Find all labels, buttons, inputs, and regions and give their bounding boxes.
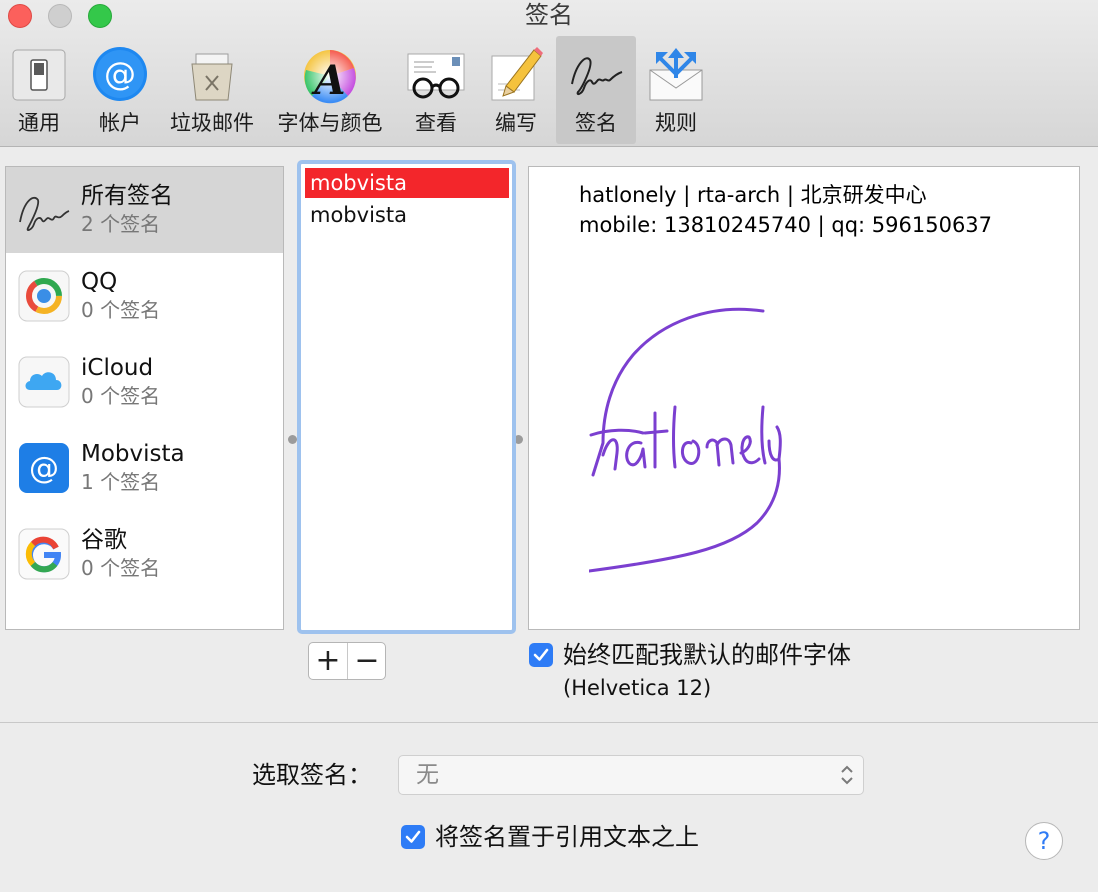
checkmark-icon <box>405 830 421 843</box>
toolbar-viewing[interactable]: 查看 <box>400 36 472 144</box>
signature-item[interactable]: mobvista <box>305 200 509 230</box>
at-sign-icon: @ <box>93 47 147 101</box>
at-sign-icon: @ <box>19 443 69 493</box>
signature-icon <box>19 196 70 231</box>
account-qq[interactable]: QQ 0 个签名 <box>6 253 283 339</box>
window-toolbar: 签名 通用 @ 帐户 垃圾邮件 A 字体与颜色 查看 编写 签名 规则 <box>0 0 1098 147</box>
signature-icon <box>571 57 623 96</box>
toolbar-signatures[interactable]: 签名 <box>556 36 636 144</box>
account-mobvista[interactable]: @ Mobvista 1 个签名 <box>6 425 283 511</box>
toolbar-label: 查看 <box>415 111 457 135</box>
help-button[interactable]: ? <box>1025 822 1063 860</box>
trash-bin-icon <box>191 53 233 101</box>
signature-line-2[interactable]: mobile: 13810245740 | qq: 596150637 <box>579 211 992 239</box>
choose-signature-value: 无 <box>416 762 439 788</box>
match-font-label[interactable]: 始终匹配我默认的邮件字体 <box>563 640 851 670</box>
account-signature-count: 0 个签名 <box>81 298 161 322</box>
font-hint: (Helvetica 12) <box>563 676 712 700</box>
add-remove-control: + − <box>308 642 386 680</box>
account-google[interactable]: 谷歌 0 个签名 <box>6 511 283 597</box>
signature-list: mobvista mobvista <box>297 160 516 634</box>
toolbar-label: 通用 <box>18 111 60 135</box>
toolbar-rules[interactable]: 规则 <box>640 36 712 144</box>
toolbar-accounts[interactable]: @ 帐户 <box>84 36 156 144</box>
qq-mail-icon <box>18 270 70 322</box>
font-color-wheel-icon: A <box>304 50 356 104</box>
signature-line-1[interactable]: hatlonely | rta-arch | 北京研发中心 <box>579 181 927 209</box>
toolbar-fonts-colors[interactable]: A 字体与颜色 <box>270 36 390 144</box>
icloud-icon <box>18 356 70 408</box>
account-icloud[interactable]: iCloud 0 个签名 <box>6 339 283 425</box>
choose-signature-select[interactable]: 无 <box>398 755 864 795</box>
toolbar-label: 编写 <box>495 111 537 135</box>
account-signature-count: 1 个签名 <box>81 470 161 494</box>
account-name: iCloud <box>81 355 154 381</box>
rules-envelope-icon <box>649 48 703 101</box>
place-above-quote-label[interactable]: 将签名置于引用文本之上 <box>435 822 699 852</box>
handwritten-signature-image <box>589 307 782 573</box>
svg-text:A: A <box>310 57 345 104</box>
chevron-up-down-icon <box>841 765 853 785</box>
account-all-signatures[interactable]: 所有签名 2 个签名 <box>6 167 283 253</box>
google-icon <box>18 528 70 580</box>
svg-text:@: @ <box>29 451 59 486</box>
signature-editor[interactable]: hatlonely | rta-arch | 北京研发中心 mobile: 13… <box>528 166 1080 630</box>
toolbar-composing[interactable]: 编写 <box>480 36 552 144</box>
toolbar-junk-mail[interactable]: 垃圾邮件 <box>164 36 260 144</box>
toolbar-label: 垃圾邮件 <box>170 111 254 135</box>
toolbar-label: 签名 <box>575 111 617 135</box>
toolbar-label: 帐户 <box>99 111 141 135</box>
account-signature-count: 0 个签名 <box>81 384 161 408</box>
match-font-checkbox[interactable] <box>529 643 553 667</box>
toolbar-label: 规则 <box>655 111 697 135</box>
viewing-glasses-icon <box>407 53 465 99</box>
account-name: QQ <box>81 269 118 295</box>
add-signature-button[interactable]: + <box>309 643 348 679</box>
section-divider <box>0 722 1098 723</box>
place-above-quote-checkbox[interactable] <box>401 825 425 849</box>
pane-splitter-left[interactable] <box>288 435 297 444</box>
window-title: 签名 <box>525 1 573 29</box>
account-name: 所有签名 <box>81 183 173 209</box>
account-name: 谷歌 <box>81 527 127 553</box>
general-switch-icon <box>12 49 66 101</box>
toolbar-label: 字体与颜色 <box>277 111 383 135</box>
svg-text:@: @ <box>104 55 136 93</box>
account-name: Mobvista <box>81 441 185 467</box>
checkmark-icon <box>533 648 549 661</box>
choose-signature-label: 选取签名： <box>252 761 372 789</box>
signature-item[interactable]: mobvista <box>305 168 509 198</box>
toolbar-general[interactable]: 通用 <box>4 36 74 144</box>
remove-signature-button[interactable]: − <box>348 643 386 679</box>
account-signature-count: 0 个签名 <box>81 556 161 580</box>
composing-pencil-icon <box>491 47 543 101</box>
account-signature-count: 2 个签名 <box>81 212 161 236</box>
account-list: 所有签名 2 个签名 QQ 0 个签名 iCloud 0 个签名 @ Mobvi… <box>5 166 284 630</box>
